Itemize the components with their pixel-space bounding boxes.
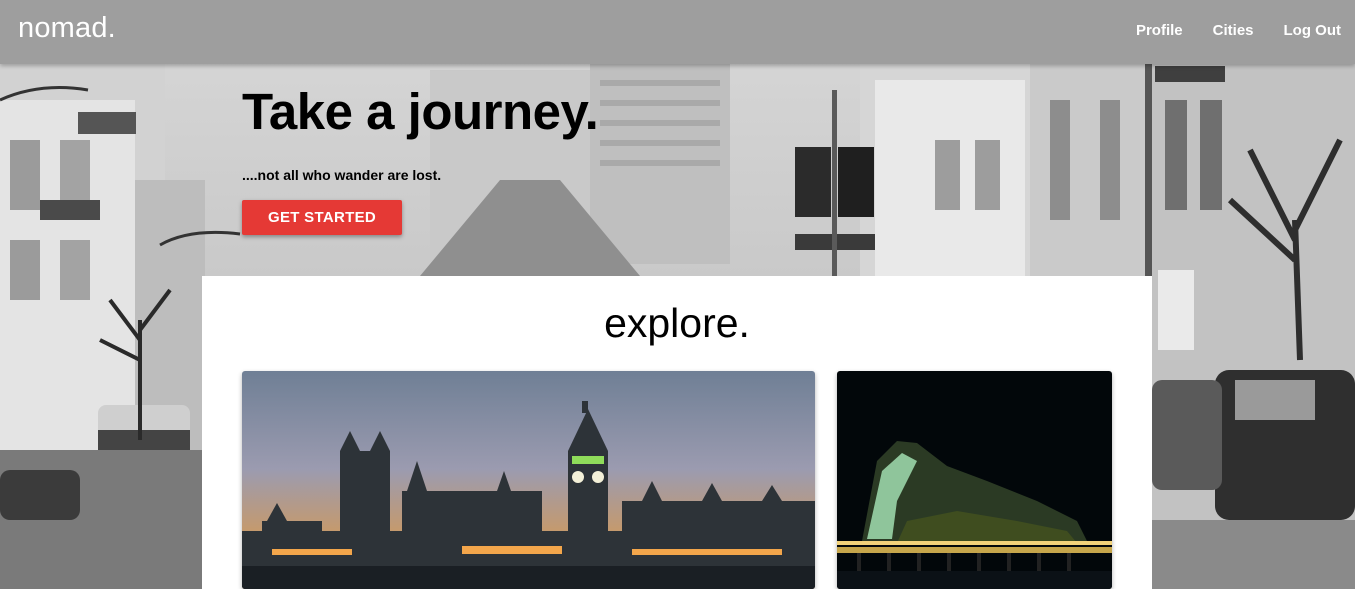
gibraltar-rock-night-photo	[837, 371, 1112, 589]
nav-link-logout[interactable]: Log Out	[1284, 22, 1341, 39]
nav-link-cities[interactable]: Cities	[1213, 22, 1254, 39]
nav-links: Profile Cities Log Out	[1106, 22, 1341, 39]
brand-logo[interactable]: nomad.	[18, 12, 116, 45]
city-card-gibraltar[interactable]	[837, 371, 1112, 589]
london-skyline-photo	[242, 371, 815, 589]
explore-section: explore.	[202, 276, 1152, 589]
hero-title: Take a journey.	[242, 83, 599, 140]
top-navbar: nomad. Profile Cities Log Out	[0, 0, 1355, 64]
hero-subtitle: ....not all who wander are lost.	[242, 167, 442, 183]
nav-link-profile[interactable]: Profile	[1136, 22, 1183, 39]
city-card-london[interactable]	[242, 371, 815, 589]
explore-heading: explore.	[604, 300, 750, 346]
get-started-button[interactable]: GET STARTED	[242, 200, 402, 235]
